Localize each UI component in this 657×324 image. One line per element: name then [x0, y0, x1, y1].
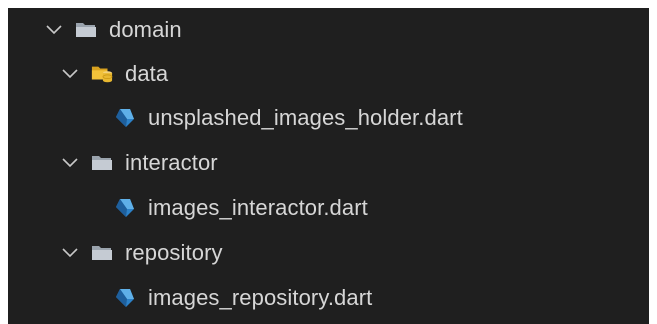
dart-file-icon: [114, 197, 136, 219]
tree-item-label: data: [125, 61, 169, 86]
tree-item-interactor[interactable]: interactor: [8, 141, 657, 185]
tree-item-label: images_repository.dart: [148, 285, 373, 310]
tree-item-domain[interactable]: domain: [8, 8, 657, 52]
tree-item-images-interactor[interactable]: images_interactor.dart: [8, 186, 657, 230]
database-folder-icon: [91, 63, 113, 85]
tree-item-label: domain: [109, 17, 182, 42]
tree-item-label: images_interactor.dart: [148, 195, 368, 220]
tree-item-label: repository: [125, 240, 223, 265]
chevron-down-icon[interactable]: [60, 64, 80, 84]
tree-item-repository[interactable]: repository: [8, 231, 657, 275]
tree-item-unsplashed-images-holder[interactable]: unsplashed_images_holder.dart: [8, 96, 657, 140]
chevron-down-icon[interactable]: [60, 243, 80, 263]
tree-item-label: unsplashed_images_holder.dart: [148, 105, 463, 130]
chevron-down-icon[interactable]: [60, 153, 80, 173]
folder-open-icon: [91, 152, 113, 174]
tree-item-images-repository[interactable]: images_repository.dart: [8, 276, 657, 320]
chevron-down-icon[interactable]: [44, 20, 64, 40]
tree-item-data[interactable]: data: [8, 52, 657, 96]
file-explorer-tree: domain data unsplashed_images_holder.dar…: [8, 8, 649, 324]
folder-open-icon: [75, 19, 97, 41]
tree-item-label: interactor: [125, 150, 218, 175]
dart-file-icon: [114, 287, 136, 309]
folder-open-icon: [91, 242, 113, 264]
dart-file-icon: [114, 107, 136, 129]
